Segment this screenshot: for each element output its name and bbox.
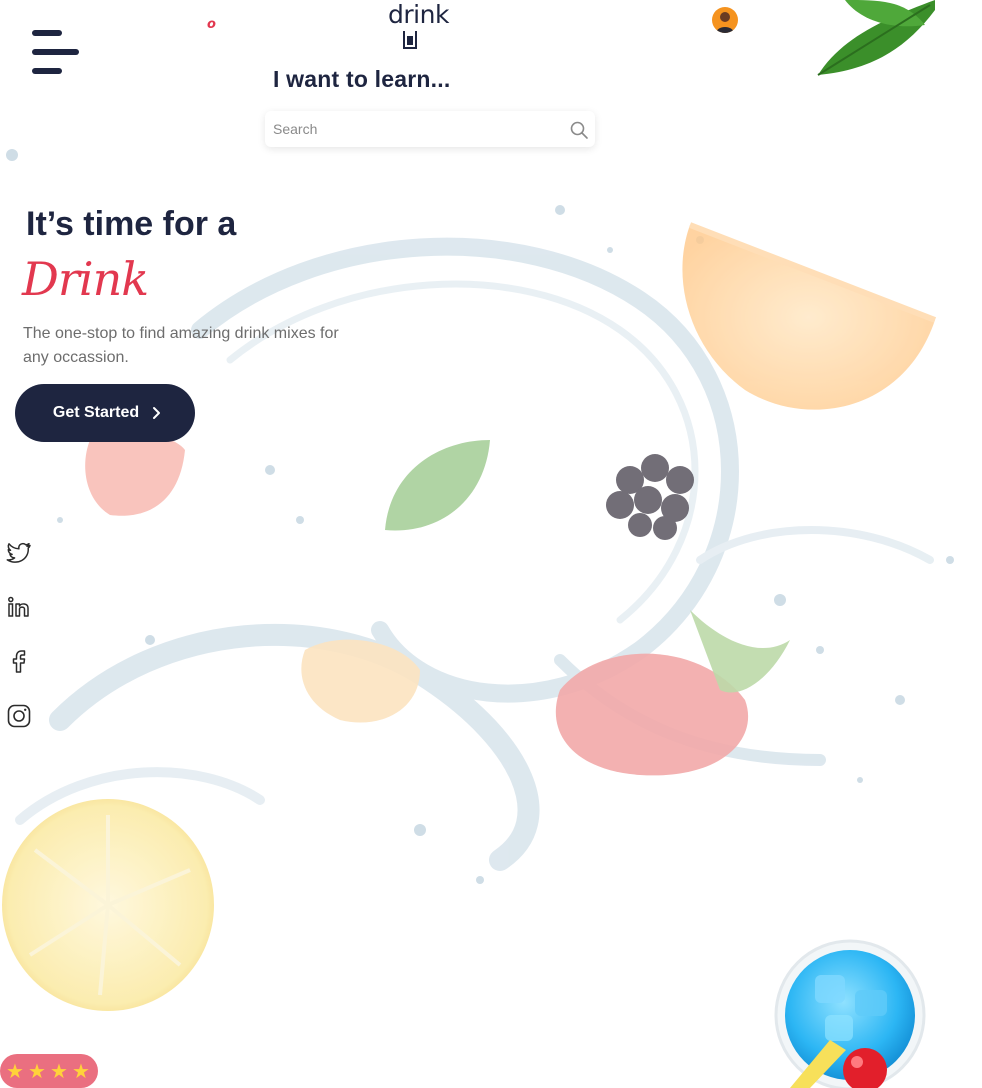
facebook-link[interactable] [6,648,32,674]
hero-background-art [2,0,954,1088]
accent-glyph: o [207,17,216,32]
lemon-slice-decoration [2,799,214,1011]
person-icon [716,12,734,33]
star-icon: ★ [28,1059,46,1083]
search-input[interactable] [265,111,557,147]
get-started-button[interactable]: Get Started [15,384,195,442]
search-icon[interactable] [569,120,589,140]
menu-bar-bottom [32,68,62,74]
rating-badge: ★ ★ ★ ★ [0,1054,98,1088]
star-icon: ★ [50,1059,68,1083]
hero-subtitle: The one-stop to find amazing drink mixes… [23,325,339,366]
star-icon: ★ [6,1059,24,1083]
leaf-decoration [385,440,490,531]
instagram-link[interactable] [6,703,32,729]
star-icon: ★ [72,1059,90,1083]
linkedin-link[interactable] [6,594,32,620]
blackberry-decoration [606,454,694,540]
mint-leaves-decoration [817,0,935,76]
twitter-link[interactable] [6,540,32,566]
logo-text: drink [388,0,449,29]
blue-drink-glass-decoration [774,939,926,1088]
menu-bar-middle [32,49,79,55]
hamburger-menu-icon[interactable] [30,30,82,76]
strawberry-left-decoration [85,433,185,516]
user-avatar-icon[interactable] [712,7,738,33]
chevron-right-icon [153,407,161,419]
menu-bar-top [32,30,62,36]
hero-script-word: Drink [22,252,149,306]
get-started-label: Get Started [52,404,140,421]
search-heading: I want to learn... [273,66,451,92]
twitter-icon [6,542,31,563]
linkedin-icon [8,596,29,617]
facebook-icon [12,650,26,673]
glass-icon [403,31,417,49]
brand-logo[interactable]: drink [388,0,454,52]
instagram-icon [7,704,31,728]
search-bar [265,111,595,147]
hero-headline: It’s time for a [26,205,237,243]
